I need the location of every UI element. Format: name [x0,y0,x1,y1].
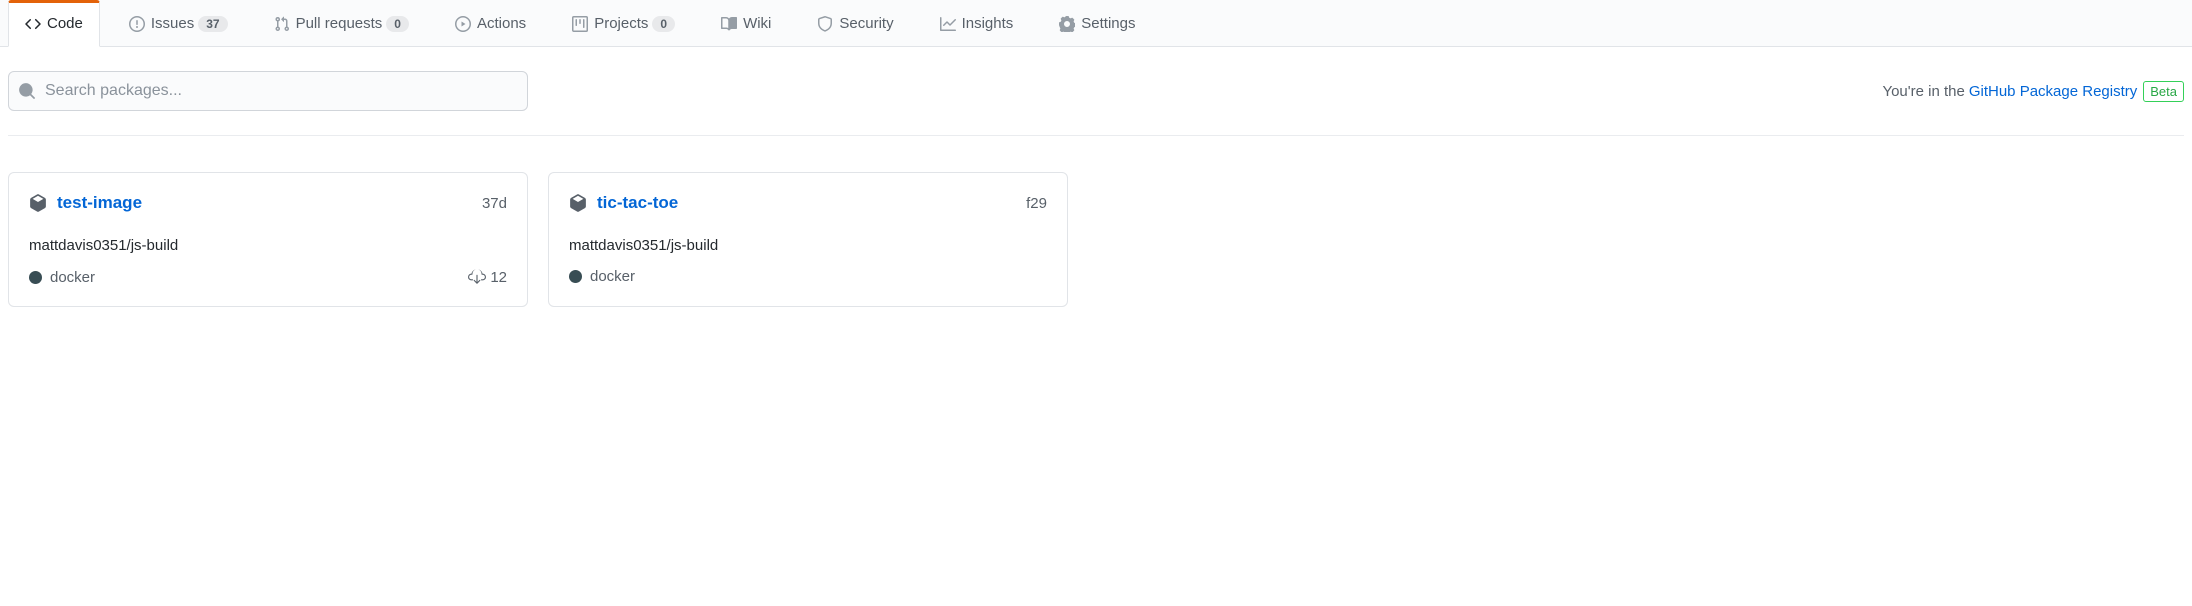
nav-tabs: Code Issues 37 Pull requests 0 Actions [0,0,2192,46]
repo-nav: Code Issues 37 Pull requests 0 Actions [0,0,2192,47]
docker-dot-icon [29,271,42,284]
package-name-link[interactable]: tic-tac-toe [597,193,678,213]
tab-label: Security [839,15,893,32]
package-type: docker [569,268,635,285]
download-icon [468,268,486,286]
tab-label: Code [47,15,83,32]
search-row: You're in the GitHub Package Registry Be… [8,71,2184,136]
registry-link[interactable]: GitHub Package Registry [1969,83,2137,100]
play-icon [455,16,471,32]
package-version: f29 [1026,195,1047,212]
package-icon [569,194,587,212]
package-header: test-image 37d [29,193,507,213]
registry-info: You're in the GitHub Package Registry Be… [1882,81,2184,102]
tab-label: Insights [962,15,1014,32]
code-icon [25,16,41,32]
package-title: test-image [29,193,142,213]
tab-issues[interactable]: Issues 37 [112,0,245,46]
tab-label: Wiki [743,15,771,32]
issues-count: 37 [198,16,227,32]
package-name-link[interactable]: test-image [57,193,142,213]
tab-security[interactable]: Security [800,0,910,46]
tab-code[interactable]: Code [8,0,100,47]
git-pull-request-icon [274,16,290,32]
docker-dot-icon [569,270,582,283]
package-card: test-image 37d mattdavis0351/js-build do… [8,172,528,307]
package-title: tic-tac-toe [569,193,678,213]
tab-label: Pull requests [296,15,383,32]
package-path: mattdavis0351/js-build [569,237,1047,254]
package-type-label: docker [590,268,635,285]
package-icon [29,194,47,212]
registry-prefix: You're in the [1882,83,1964,100]
tab-pull-requests[interactable]: Pull requests 0 [257,0,426,46]
package-version: 37d [482,195,507,212]
tab-label: Projects [594,15,648,32]
package-type-label: docker [50,269,95,286]
search-icon [18,82,36,100]
package-path: mattdavis0351/js-build [29,237,507,254]
projects-count: 0 [652,16,675,32]
downloads-count: 12 [490,269,507,286]
shield-icon [817,16,833,32]
downloads: 12 [468,268,507,286]
package-footer: docker 12 [29,268,507,286]
package-type: docker [29,269,95,286]
search-wrapper [8,71,528,111]
packages-grid: test-image 37d mattdavis0351/js-build do… [8,172,2184,307]
package-card: tic-tac-toe f29 mattdavis0351/js-build d… [548,172,1068,307]
tab-projects[interactable]: Projects 0 [555,0,692,46]
package-header: tic-tac-toe f29 [569,193,1047,213]
tab-label: Actions [477,15,526,32]
content-area: You're in the GitHub Package Registry Be… [0,47,2192,307]
tab-wiki[interactable]: Wiki [704,0,788,46]
tab-label: Settings [1081,15,1135,32]
tab-actions[interactable]: Actions [438,0,543,46]
tab-label: Issues [151,15,194,32]
package-footer: docker [569,268,1047,285]
book-icon [721,16,737,32]
search-input[interactable] [8,71,528,111]
tab-insights[interactable]: Insights [923,0,1031,46]
project-icon [572,16,588,32]
issue-icon [129,16,145,32]
pr-count: 0 [386,16,409,32]
beta-badge: Beta [2143,81,2184,102]
graph-icon [940,16,956,32]
tab-settings[interactable]: Settings [1042,0,1152,46]
gear-icon [1059,16,1075,32]
